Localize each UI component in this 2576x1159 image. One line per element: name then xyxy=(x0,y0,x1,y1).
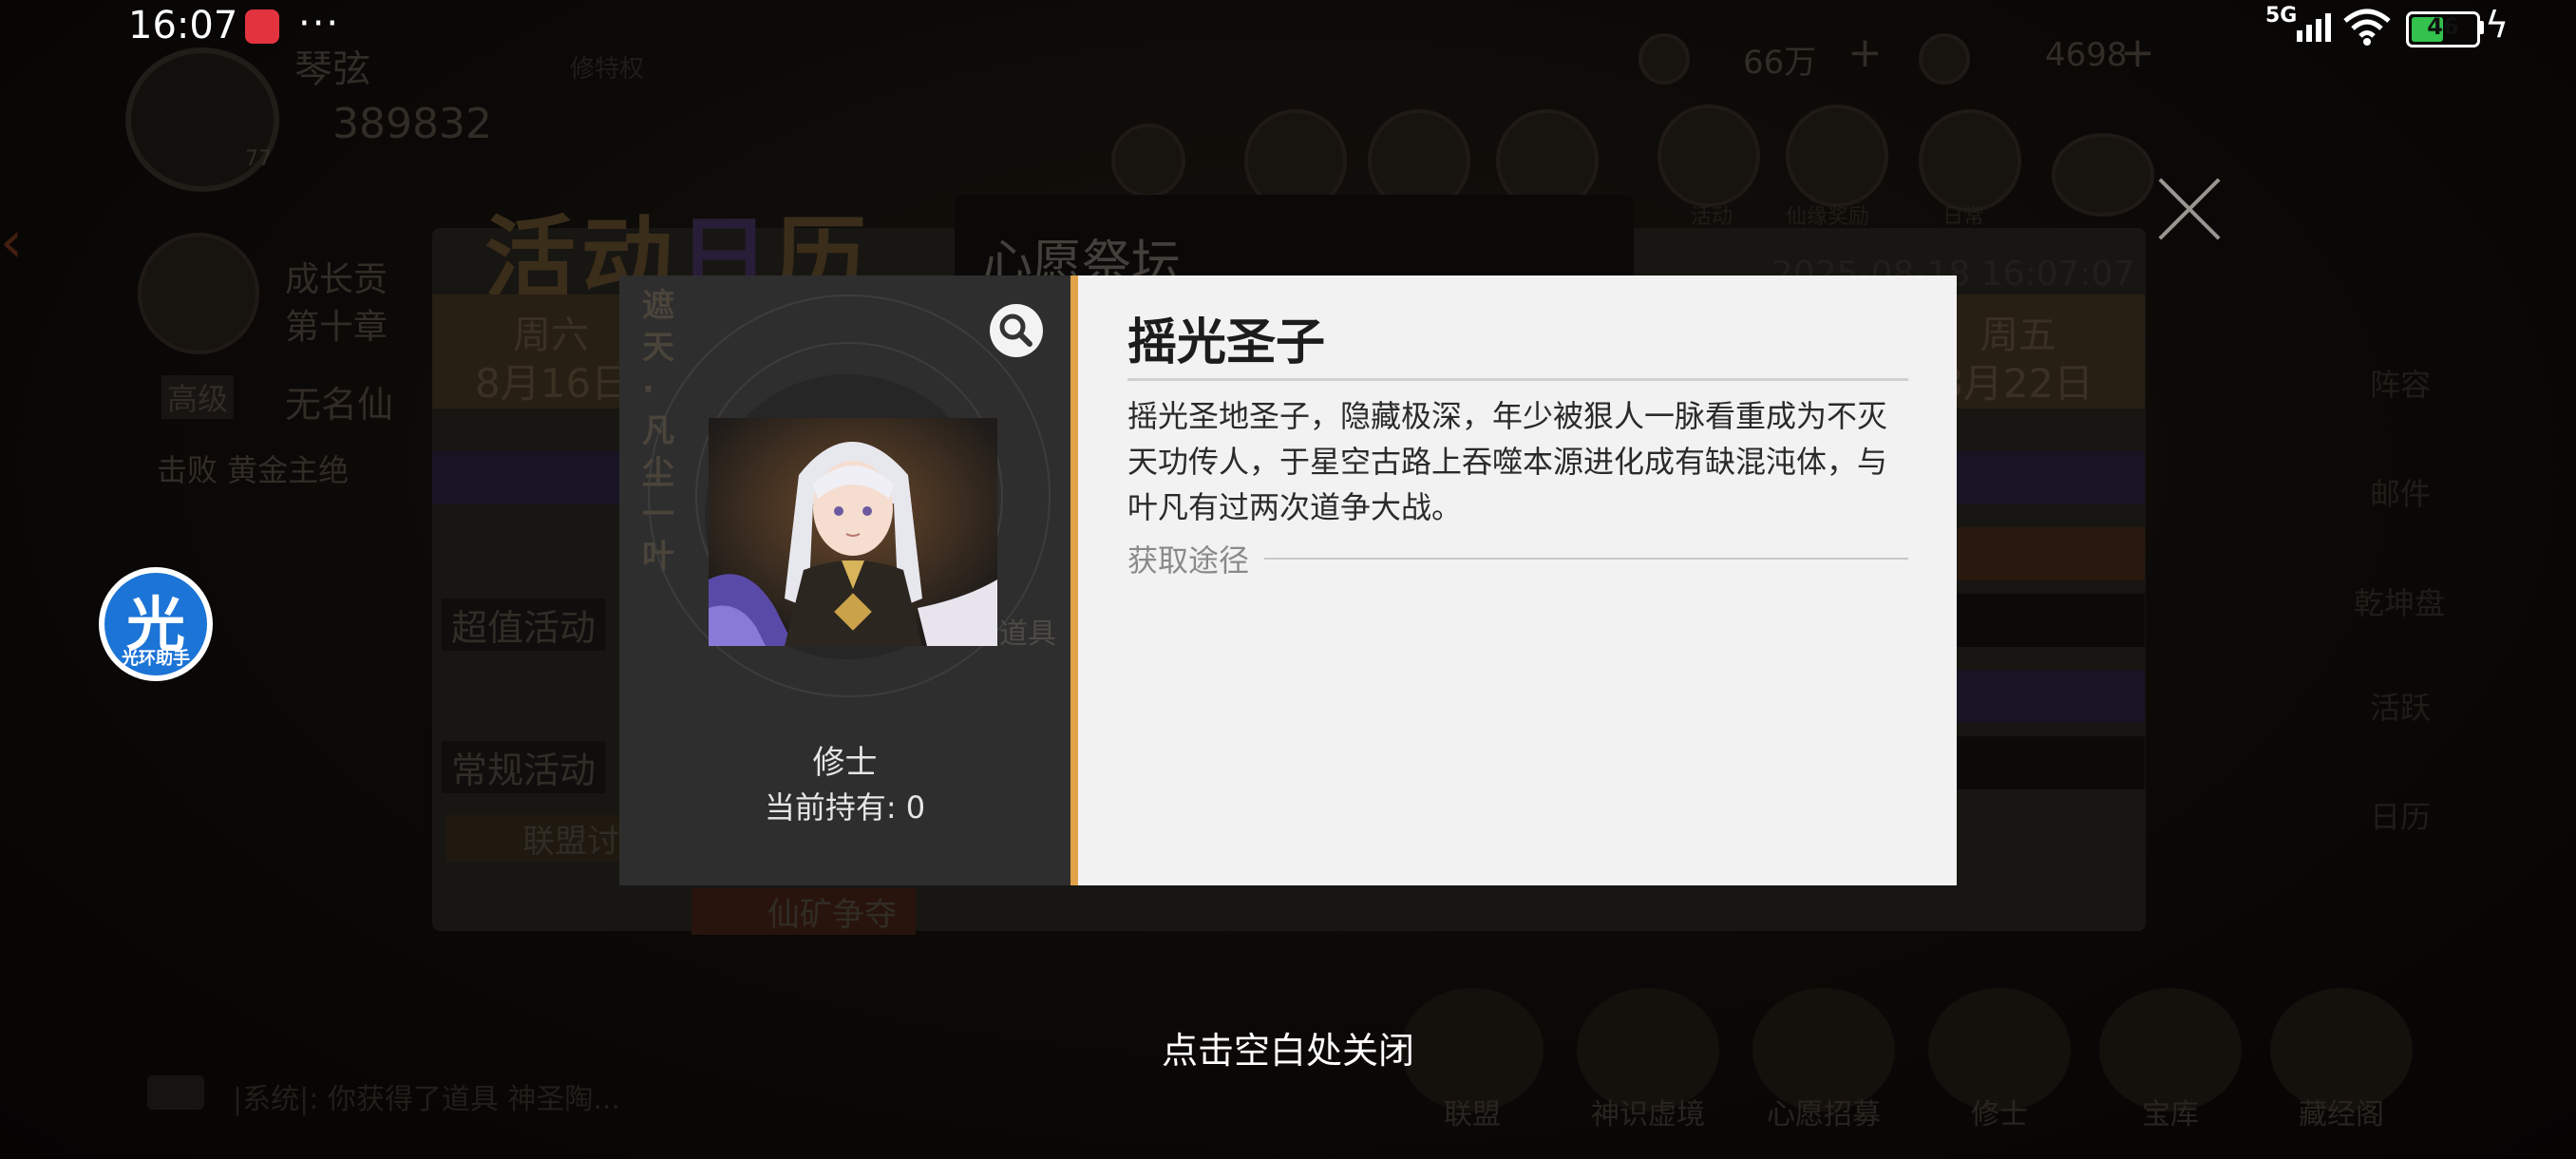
character-portrait xyxy=(709,418,997,646)
clock: 16:07 xyxy=(128,4,238,48)
headset-notification-icon xyxy=(245,10,279,44)
signal-bar-2-icon xyxy=(2306,25,2312,42)
network-type: 5G xyxy=(2265,4,2298,28)
owned-label: 当前持有: xyxy=(764,789,897,826)
halo-helper-label: 光环助手 xyxy=(122,649,190,669)
item-name: 摇光圣子 xyxy=(1127,314,1326,371)
status-bar: 16:07 ··· 5G 46 ϟ xyxy=(0,0,2576,53)
obtain-divider xyxy=(1264,558,1908,560)
signal-bar-3-icon xyxy=(2316,19,2321,42)
charging-icon: ϟ xyxy=(2485,4,2510,46)
accent-divider xyxy=(1070,276,1078,885)
signal-bar-1-icon xyxy=(2297,30,2302,42)
name-divider xyxy=(1127,378,1908,381)
battery-tip xyxy=(2478,21,2484,34)
halo-helper-button[interactable]: 光 光环助手 xyxy=(99,567,213,681)
obtain-method-label: 获取途径 xyxy=(1127,542,1250,579)
tap-to-close-hint[interactable]: 点击空白处关闭 xyxy=(0,1021,2576,1074)
tool-label: 道具 xyxy=(999,618,1056,651)
item-portrait-panel: 遮天·凡尘一叶 道具 修士 当前持有: 0 xyxy=(619,276,1070,885)
battery-icon: 46 xyxy=(2406,11,2480,48)
close-calendar-button[interactable] xyxy=(2151,171,2227,247)
wifi-icon xyxy=(2343,9,2391,46)
zoom-portrait-button[interactable] xyxy=(990,304,1043,357)
owned-count: 0 xyxy=(905,789,926,826)
signal-bar-4-icon xyxy=(2325,13,2331,42)
battery-level: 46 xyxy=(2427,13,2459,40)
item-type: 修士 xyxy=(812,744,878,782)
item-owned: 当前持有: 0 xyxy=(619,784,1070,827)
character-portrait-art xyxy=(709,418,997,646)
magnifier-icon xyxy=(999,314,1032,347)
series-vertical-text: 遮天·凡尘一叶 xyxy=(642,287,674,576)
halo-helper-logo: 光 光环助手 xyxy=(104,573,207,675)
item-description: 摇光圣地圣子，隐藏极深，年少被狠人一脉看重成为不灭天功传人，于星空古路上吞噬本源… xyxy=(1127,398,1888,525)
more-notifications-icon: ··· xyxy=(298,2,341,46)
item-info-panel: 摇光圣子 摇光圣地圣子，隐藏极深，年少被狠人一脉看重成为不灭天功传人，于星空古路… xyxy=(1078,276,1957,885)
